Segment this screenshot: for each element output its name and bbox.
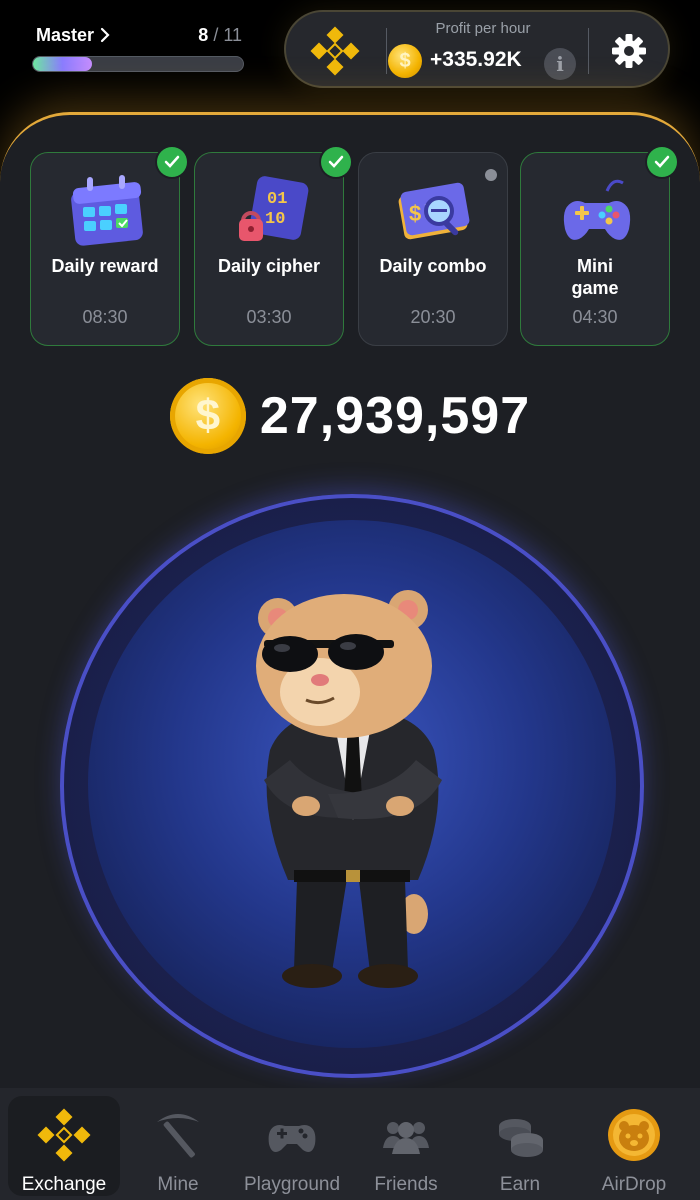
card-time: 03:30	[246, 307, 292, 327]
gear-icon[interactable]	[610, 32, 648, 70]
airdrop-coin-icon	[608, 1109, 660, 1161]
app-root: Master 8 / 11 Profit per hour $ +335.92K…	[0, 0, 700, 1200]
level-name-link[interactable]: Master	[36, 25, 110, 46]
coin-glyph: $	[195, 391, 221, 440]
pickaxe-icon	[157, 1114, 199, 1158]
check-icon	[321, 147, 351, 177]
card-title-line: Mini	[577, 256, 613, 276]
friends-icon	[383, 1122, 429, 1154]
divider	[386, 28, 387, 74]
tap-button[interactable]	[60, 494, 644, 1078]
balance-value: 27,939,597	[259, 387, 531, 445]
coins-icon	[499, 1119, 543, 1157]
divider	[588, 28, 589, 74]
binance-logo-icon[interactable]	[310, 26, 360, 76]
level-count: 8 / 11	[198, 25, 242, 46]
card-title: Mini game	[521, 255, 669, 299]
nav-label: AirDrop	[601, 1174, 667, 1195]
card-daily-cipher[interactable]: 01 10 Daily cipher 03:30	[194, 147, 351, 346]
coin-icon: $	[169, 378, 246, 454]
hamster-character[interactable]	[228, 580, 478, 1000]
nav-earn[interactable]: Earn	[464, 1096, 576, 1196]
profit-value: +335.92K	[430, 48, 522, 71]
profit-label: Profit per hour	[435, 20, 531, 37]
card-time: 04:30	[572, 307, 618, 327]
level-name: Master	[36, 24, 95, 45]
calendar-icon	[71, 175, 143, 246]
balance: $ 27,939,597	[0, 376, 700, 456]
card-title: Daily cipher	[217, 256, 321, 276]
chevron-right-icon	[100, 27, 110, 43]
nav-mine[interactable]: Mine	[122, 1096, 234, 1196]
header: Master 8 / 11 Profit per hour $ +335.92K…	[0, 0, 700, 120]
bottom-nav: Exchange Mine Playground Friends Earn Ai…	[0, 1088, 700, 1200]
nav-label: Friends	[374, 1174, 438, 1195]
combo-icon: $	[398, 182, 470, 240]
nav-exchange[interactable]: Exchange	[8, 1096, 120, 1196]
svg-text:01: 01	[267, 190, 287, 209]
level-progress-fill	[33, 57, 92, 71]
profit-panel: Profit per hour $ +335.92K i	[284, 10, 670, 88]
card-title-line: game	[571, 278, 619, 298]
nav-label: Playground	[243, 1174, 341, 1195]
level-current: 8	[198, 24, 209, 45]
card-daily-reward[interactable]: Daily reward 08:30	[30, 147, 187, 346]
check-icon	[157, 147, 187, 177]
status-dot	[485, 169, 497, 181]
info-icon[interactable]: i	[544, 48, 576, 80]
tap-button-inner[interactable]	[88, 520, 616, 1048]
card-time: 08:30	[82, 307, 128, 327]
check-icon	[647, 147, 677, 177]
card-time: 20:30	[410, 307, 456, 327]
level-row[interactable]: Master 8 / 11	[36, 24, 242, 46]
card-daily-combo[interactable]: $ Daily combo 20:30	[358, 152, 508, 346]
exchange-icon	[37, 1108, 91, 1162]
card-title: Daily reward	[51, 256, 159, 276]
cipher-icon: 01 10	[239, 176, 309, 241]
nav-label: Earn	[499, 1174, 541, 1195]
nav-airdrop[interactable]: AirDrop	[578, 1096, 690, 1196]
level-total: / 11	[213, 24, 242, 45]
svg-text:10: 10	[265, 210, 285, 229]
nav-friends[interactable]: Friends	[350, 1096, 462, 1196]
coin-icon: $	[388, 44, 422, 78]
coin-glyph: $	[399, 49, 411, 72]
nav-playground[interactable]: Playground	[236, 1096, 348, 1196]
level-progress-bar	[32, 56, 244, 72]
svg-text:$: $	[409, 201, 421, 226]
card-mini-game[interactable]: Mini game 04:30	[520, 147, 677, 346]
nav-label: Exchange	[21, 1174, 107, 1195]
card-title: Daily combo	[379, 256, 487, 276]
gamepad-icon	[268, 1125, 316, 1152]
nav-label: Mine	[157, 1174, 199, 1195]
gamepad-icon	[563, 179, 631, 240]
